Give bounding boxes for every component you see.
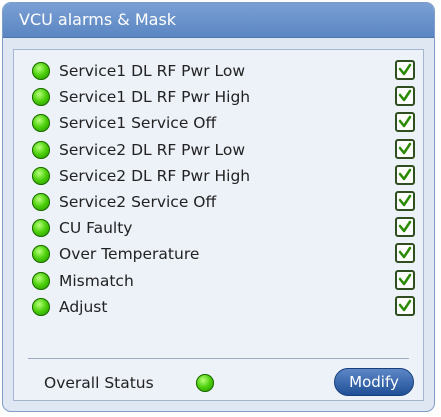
alarm-row: Adjust [14,295,423,321]
panel-title: VCU alarms & Mask [3,3,434,38]
mask-checkbox[interactable] [395,217,415,238]
check-icon [398,247,412,259]
alarm-label: Service2 DL RF Pwr Low [59,140,246,159]
overall-status-label: Overall Status [44,374,154,392]
alarm-panel-body: Service1 DL RF Pwr Low Service1 DL RF Pw… [13,49,424,401]
check-icon [398,299,412,311]
alarm-label: Service2 Service Off [59,192,217,211]
mask-checkbox[interactable] [395,86,415,107]
alarm-label: Mismatch [59,271,134,290]
alarm-row: CU Faulty [14,216,423,242]
status-led-icon [32,114,50,133]
vcu-alarms-panel: VCU alarms & Mask Service1 DL RF Pwr Low… [2,2,435,412]
alarm-row: Service1 DL RF Pwr Low [14,59,423,85]
alarm-row: Service2 Service Off [14,190,423,216]
alarm-row: Service1 Service Off [14,111,423,137]
mask-checkbox[interactable] [395,164,415,185]
alarm-label: CU Faulty [59,219,133,238]
check-icon [398,63,412,76]
alarm-row: Service1 DL RF Pwr High [14,85,423,111]
alarm-row: Service2 DL RF Pwr Low [14,138,423,164]
alarm-label: Service1 DL RF Pwr Low [59,62,246,80]
mask-checkbox[interactable] [395,138,415,159]
status-led-icon [32,245,50,264]
check-icon [398,142,412,154]
status-led-icon [32,271,50,290]
alarm-label: Service2 DL RF Pwr High [59,166,251,185]
mask-checkbox[interactable] [395,243,415,264]
check-icon [398,116,412,128]
mask-checkbox[interactable] [395,60,415,80]
divider [28,358,409,359]
check-icon [398,89,412,102]
status-led-icon [32,88,50,107]
mask-checkbox[interactable] [395,295,415,316]
alarm-label: Service1 Service Off [59,114,217,133]
status-led-icon [32,62,50,80]
alarm-label: Over Temperature [59,245,200,264]
check-icon [398,194,412,207]
alarm-row: Mismatch [14,269,423,295]
status-led-icon [32,192,50,211]
mask-checkbox[interactable] [395,112,415,133]
alarm-label: Adjust [59,297,108,316]
status-led-icon [32,219,50,238]
alarm-label: Service1 DL RF Pwr High [59,88,251,107]
check-icon [398,168,412,180]
check-icon [398,220,412,233]
check-icon [398,273,412,285]
overall-status-led-icon [196,374,214,392]
status-led-icon [32,166,50,185]
modify-button[interactable]: Modify [334,368,414,396]
alarm-row: Service2 DL RF Pwr High [14,164,423,190]
alarm-list: Service1 DL RF Pwr Low Service1 DL RF Pw… [14,59,423,321]
status-led-icon [32,297,50,316]
mask-checkbox[interactable] [395,269,415,290]
mask-checkbox[interactable] [395,190,415,211]
alarm-row: Over Temperature [14,242,423,268]
status-led-icon [32,140,50,159]
